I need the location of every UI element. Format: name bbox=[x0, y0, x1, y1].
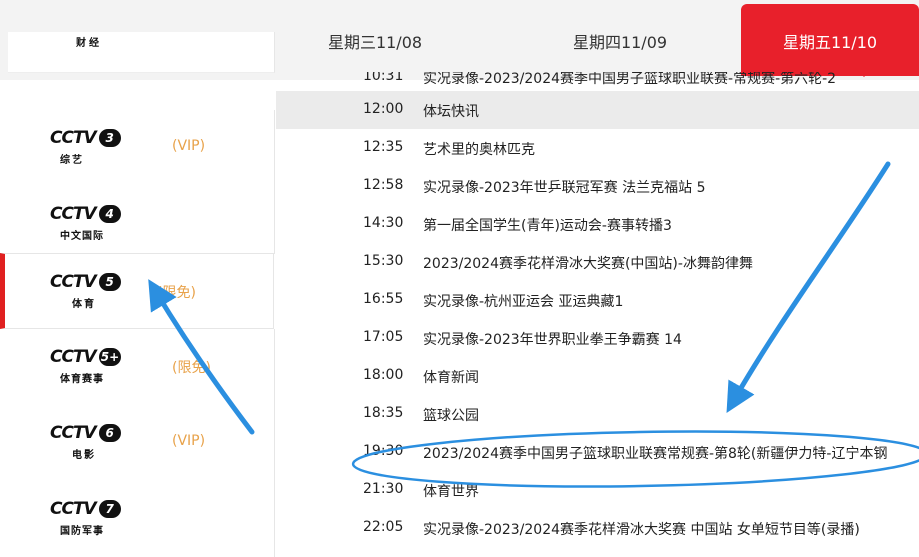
free-tag: (限免) bbox=[157, 285, 196, 301]
program-time: 12:35 bbox=[363, 139, 404, 155]
program-title: 艺术里的奥林匹克 bbox=[423, 142, 535, 158]
channel-item-cctv7[interactable]: CCTV 7 国防军事 bbox=[8, 481, 275, 557]
free-tag: (限免) bbox=[172, 360, 211, 376]
channel-item-cctv3[interactable]: CCTV 3 综艺 (VIP) bbox=[8, 110, 275, 186]
schedule-row[interactable]: 18:35 篮球公园 bbox=[276, 395, 919, 433]
cctv5-logo: CCTV 5 体育 bbox=[50, 270, 122, 312]
channel-item-cctv5plus[interactable]: CCTV 5+ 体育赛事 (限免) bbox=[8, 329, 275, 405]
program-title: 体育新闻 bbox=[423, 370, 479, 386]
cctv6-logo: CCTV 6 电影 bbox=[50, 421, 122, 463]
program-time: 17:05 bbox=[363, 329, 404, 345]
channel-list: 财经 CCTV 3 综艺 (VIP) CCTV 4 中文国际 CCTV 5 体育 (限… bbox=[0, 32, 275, 557]
tab-friday[interactable]: 星期五11/10 bbox=[741, 4, 919, 76]
channel-sub-label: 财经 bbox=[76, 38, 102, 49]
schedule-row[interactable]: 15:30 2023/2024赛季花样滑冰大奖赛(中国站)-冰舞韵律舞 bbox=[276, 243, 919, 281]
schedule-row[interactable]: 16:55 实况录像-杭州亚运会 亚运典藏1 bbox=[276, 281, 919, 319]
channel-item-cctv5[interactable]: CCTV 5 体育 (限免) bbox=[0, 253, 274, 329]
program-time: 19:30 bbox=[363, 443, 404, 459]
schedule-row[interactable]: 21:30 体育世界 bbox=[276, 471, 919, 509]
schedule-row[interactable]: 12:00 体坛快讯 bbox=[276, 91, 919, 129]
channel-item-cctv2[interactable]: 财经 bbox=[8, 32, 275, 73]
program-time: 10:31 bbox=[363, 72, 404, 84]
program-title: 实况录像-2023年世界职业拳王争霸赛 14 bbox=[423, 332, 682, 348]
schedule-row[interactable]: 17:05 实况录像-2023年世界职业拳王争霸赛 14 bbox=[276, 319, 919, 357]
schedule-row[interactable]: 19:30 2023/2024赛季中国男子篮球职业联赛常规赛-第8轮(新疆伊力特… bbox=[276, 433, 919, 471]
program-time: 12:00 bbox=[363, 101, 404, 117]
program-time: 12:58 bbox=[363, 177, 404, 193]
program-title: 第一届全国学生(青年)运动会-赛事转播3 bbox=[423, 218, 672, 234]
program-schedule: 10:31 实况录像-2023/2024赛季中国男子篮球职业联赛-常规赛-第六轮… bbox=[276, 72, 919, 543]
channel-item-cctv4[interactable]: CCTV 4 中文国际 bbox=[8, 186, 275, 254]
program-time: 16:55 bbox=[363, 291, 404, 307]
schedule-row[interactable]: 22:05 实况录像-2023/2024赛季花样滑冰大奖赛 中国站 女单短节目等… bbox=[276, 509, 919, 543]
program-title: 实况录像-2023/2024赛季花样滑冰大奖赛 中国站 女单短节目等(录播) bbox=[423, 522, 860, 538]
program-title: 实况录像-杭州亚运会 亚运典藏1 bbox=[423, 294, 624, 310]
program-time: 22:05 bbox=[363, 519, 404, 535]
program-title: 体育世界 bbox=[423, 484, 479, 500]
vip-tag: (VIP) bbox=[172, 433, 206, 449]
program-title: 实况录像-2023年世乒联冠军赛 法兰克福站 5 bbox=[423, 180, 706, 196]
program-time: 21:30 bbox=[363, 481, 404, 497]
tab-thursday[interactable]: 星期四11/09 bbox=[550, 0, 690, 80]
cctv5plus-logo: CCTV 5+ 体育赛事 bbox=[50, 347, 122, 385]
channel-item-cctv6[interactable]: CCTV 6 电影 (VIP) bbox=[8, 405, 275, 481]
schedule-row[interactable]: 14:30 第一届全国学生(青年)运动会-赛事转播3 bbox=[276, 205, 919, 243]
vip-tag: (VIP) bbox=[172, 138, 206, 154]
program-time: 18:35 bbox=[363, 405, 404, 421]
schedule-row[interactable]: 12:58 实况录像-2023年世乒联冠军赛 法兰克福站 5 bbox=[276, 167, 919, 205]
program-title: 2023/2024赛季中国男子篮球职业联赛常规赛-第8轮(新疆伊力特-辽宁本钢 bbox=[423, 446, 888, 462]
schedule-row[interactable]: 12:35 艺术里的奥林匹克 bbox=[276, 129, 919, 167]
program-time: 18:00 bbox=[363, 367, 404, 383]
schedule-row[interactable]: 18:00 体育新闻 bbox=[276, 357, 919, 395]
program-title: 2023/2024赛季花样滑冰大奖赛(中国站)-冰舞韵律舞 bbox=[423, 256, 753, 272]
cctv3-logo: CCTV 3 综艺 bbox=[50, 126, 122, 168]
program-title: 篮球公园 bbox=[423, 408, 479, 424]
tab-wednesday[interactable]: 星期三11/08 bbox=[305, 0, 445, 80]
cctv7-logo: CCTV 7 国防军事 bbox=[50, 497, 122, 539]
program-title: 实况录像-2023/2024赛季中国男子篮球职业联赛-常规赛-第六轮-2 bbox=[423, 72, 837, 87]
program-title: 体坛快讯 bbox=[423, 104, 479, 120]
program-time: 15:30 bbox=[363, 253, 404, 269]
cctv4-logo: CCTV 4 中文国际 bbox=[50, 202, 122, 244]
program-time: 14:30 bbox=[363, 215, 404, 231]
